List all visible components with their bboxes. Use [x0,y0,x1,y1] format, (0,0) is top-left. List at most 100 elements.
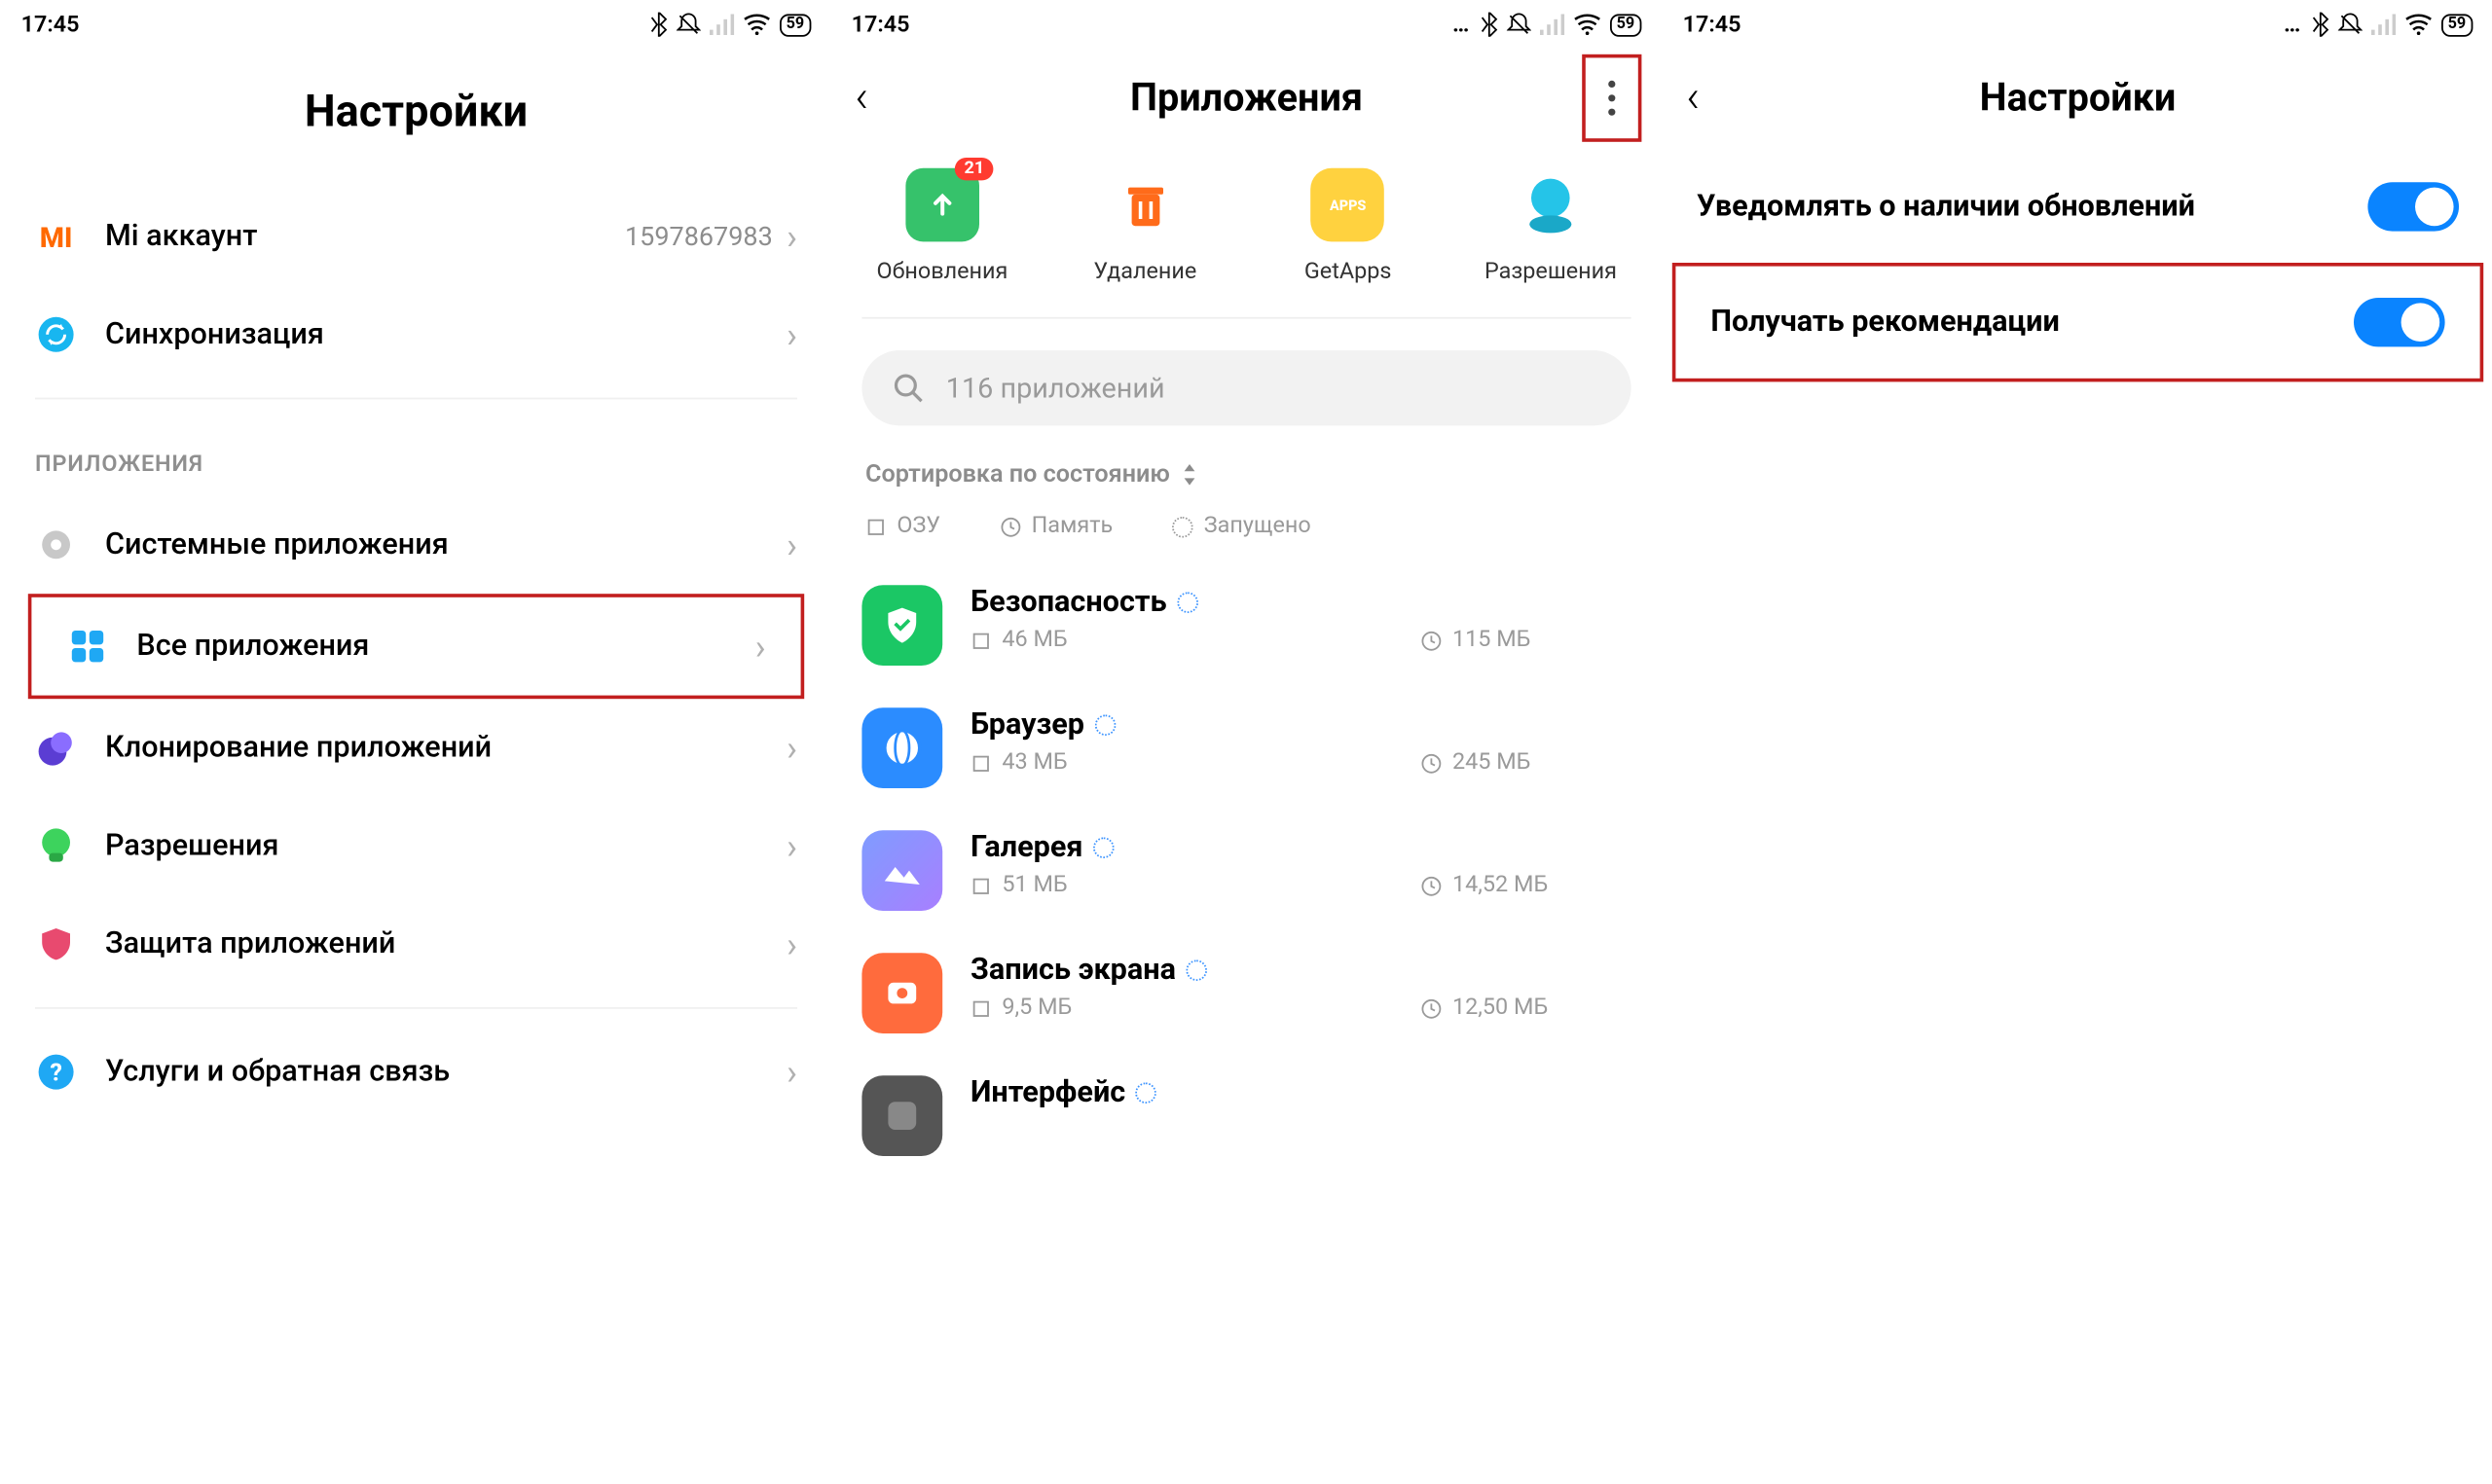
chevron-right-icon: › [787,727,797,769]
bluetooth-icon [1481,13,1498,37]
status-icons: 59 [649,13,811,37]
page-title: Приложения [1130,76,1363,120]
clock-icon [1421,997,1443,1019]
divider [35,398,797,400]
wifi-icon [743,14,771,35]
clone-icon [35,727,77,769]
status-icons: … 59 [2284,12,2473,38]
status-bar: 17:45 … 59 [830,0,1663,46]
chevron-right-icon: › [787,524,797,565]
app-list: Безопасность 46 МБ 115 МБ Браузер 43 МБ … [830,564,1663,1156]
apps-grid-icon [66,626,108,668]
delete-shortcut[interactable]: Удаление [1058,168,1233,286]
getapps-shortcut[interactable]: APPS GetApps [1261,168,1436,286]
back-button[interactable]: ‹ [856,72,869,125]
status-time: 17:45 [1682,12,1741,38]
permissions-icon [35,825,77,867]
settings-screen: 17:45 59 Настройки MI Mi аккаунт 1597867… [0,0,832,1445]
app-protection-row[interactable]: Защита приложений › [0,895,832,994]
clock-icon [1421,875,1443,896]
search-placeholder: 116 приложений [946,372,1165,405]
app-row[interactable]: Интерфейс [862,1055,1631,1156]
app-row[interactable]: Запись экрана 9,5 МБ 12,50 МБ [862,932,1631,1055]
clock-icon [1001,516,1022,537]
filter-tabs: ОЗУ Память Запущено [830,495,1663,563]
divider [862,317,1631,319]
recommendations-row[interactable]: Получать рекомендации [1675,267,2479,379]
status-time: 17:45 [21,12,80,38]
battery-icon: 59 [779,14,811,36]
spinner-icon [1094,837,1116,858]
signal-icon [709,14,733,35]
page-title: Настройки [0,46,832,188]
chip-icon [971,875,992,896]
search-icon [894,373,925,404]
dnd-icon [676,13,700,37]
sync-icon [35,313,77,355]
sort-arrows-icon [1181,464,1198,486]
bluetooth-icon [2311,13,2328,37]
support-row[interactable]: ? Услуги и обратная связь › [0,1023,832,1121]
wifi-icon [1573,14,1601,35]
more-dots-icon: … [2284,12,2302,38]
app-row[interactable]: Безопасность 46 МБ 115 МБ [862,564,1631,687]
getapps-icon: APPS [1330,198,1366,213]
mi-account-row[interactable]: MI Mi аккаунт 1597867983 › [0,188,832,286]
chevron-right-icon: › [787,923,797,965]
clock-icon [1421,752,1443,774]
security-app-icon [882,604,924,646]
memory-filter[interactable]: Память [1001,513,1114,539]
status-bar: 17:45 59 [0,0,832,46]
shield-icon [35,923,77,965]
toggle-on[interactable] [2354,298,2445,346]
search-input[interactable]: 116 приложений [862,350,1631,425]
highlight-box: Все приложения › [28,594,804,699]
bluetooth-icon [649,13,667,37]
spinner-icon [1187,959,1208,981]
sync-row[interactable]: Синхронизация › [0,285,832,383]
spinner-icon [1095,714,1117,736]
chevron-right-icon: › [787,215,797,257]
clone-apps-row[interactable]: Клонирование приложений › [0,699,832,797]
wifi-icon [2403,14,2432,35]
status-icons: … 59 [1452,12,1641,38]
signal-icon [2370,14,2395,35]
signal-icon [1540,14,1564,35]
badge: 21 [956,158,994,180]
svg-text:?: ? [50,1060,62,1088]
more-vertical-icon [1609,81,1616,116]
permissions-row[interactable]: Разрешения › [0,797,832,895]
toggle-on[interactable] [2367,182,2459,231]
upload-icon [925,188,960,223]
chip-icon [971,997,992,1019]
trash-icon [1118,177,1174,234]
notify-updates-row[interactable]: Уведомлять о наличии обновлений [1662,151,2492,263]
apps-screen: 17:45 … 59 ‹ Приложения 21 [830,0,1663,1445]
ram-filter[interactable]: ОЗУ [865,513,940,539]
overflow-menu-button[interactable] [1583,54,1642,142]
sort-button[interactable]: Сортировка по состоянию [830,425,1663,495]
system-apps-row[interactable]: Системные приложения › [0,495,832,594]
all-apps-row[interactable]: Все приложения › [31,597,800,696]
chevron-right-icon: › [787,1051,797,1093]
updates-shortcut[interactable]: 21 Обновления [855,168,1030,286]
system-ui-app-icon [882,1095,924,1137]
mi-logo-icon: MI [35,215,77,257]
running-filter[interactable]: Запущено [1173,513,1311,539]
permissions-shortcut[interactable]: Разрешения [1463,168,1638,286]
chip-icon [971,752,992,774]
chip-icon [865,516,887,537]
app-settings-screen: 17:45 … 59 ‹ Настройки Уведомлять о нали… [1662,0,2492,1445]
dnd-icon [2337,13,2362,37]
spinner-icon [1136,1082,1157,1104]
app-row[interactable]: Галерея 51 МБ 14,52 МБ [862,810,1631,932]
chevron-right-icon: › [755,626,766,668]
chevron-right-icon: › [787,313,797,355]
back-button[interactable]: ‹ [1686,72,1700,125]
app-row[interactable]: Браузер 43 МБ 245 МБ [862,687,1631,810]
spinner-icon [1173,516,1194,537]
recorder-app-icon [882,972,924,1014]
clock-icon [1421,630,1443,651]
header: ‹ Настройки [1662,46,2492,151]
dnd-icon [1507,13,1531,37]
